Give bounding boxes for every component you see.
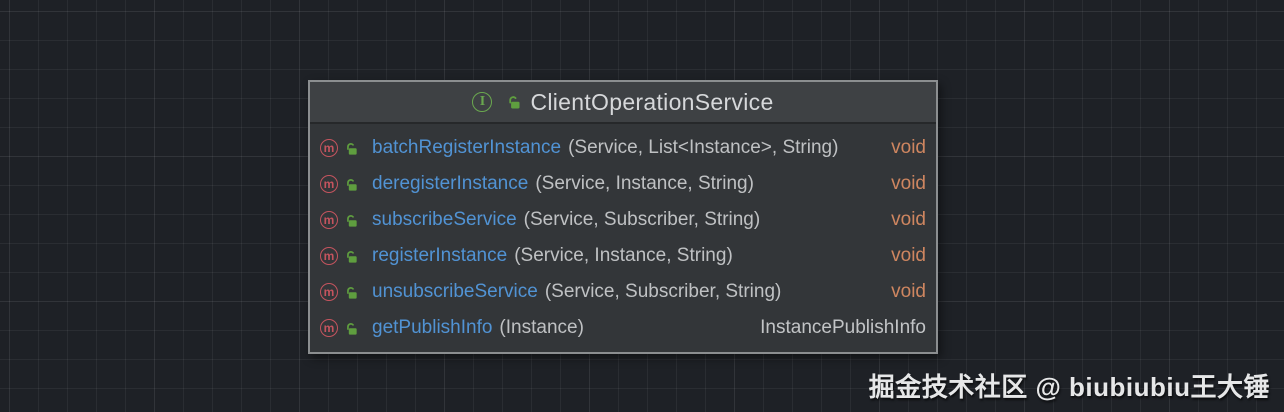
method-icon: m — [320, 139, 338, 157]
method-params: (Service, Subscriber, String) — [544, 281, 782, 302]
method-glyph: m — [323, 249, 335, 263]
uml-method-list: m batchRegisterInstance (Service, List<I… — [310, 124, 936, 346]
method-name: batchRegisterInstance — [372, 137, 562, 158]
method-params: (Instance) — [499, 317, 584, 338]
method-return-type: void — [891, 173, 926, 194]
method-return-type: void — [891, 245, 926, 266]
method-icon: m — [320, 211, 338, 229]
method-return-type: void — [891, 209, 926, 230]
method-name: subscribeService — [372, 209, 517, 230]
method-glyph: m — [323, 141, 335, 155]
method-glyph: m — [323, 285, 335, 299]
method-name: registerInstance — [372, 245, 508, 266]
uml-class-box[interactable]: I ClientOperationService m batchRegister… — [308, 80, 938, 354]
uml-class-header[interactable]: I ClientOperationService — [310, 82, 936, 124]
method-icon: m — [320, 283, 338, 301]
method-params: (Service, List<Instance>, String) — [568, 137, 839, 158]
method-row[interactable]: m getPublishInfo (Instance) InstancePubl… — [310, 310, 936, 346]
method-row[interactable]: m subscribeService (Service, Subscriber,… — [310, 202, 936, 238]
method-icon: m — [320, 319, 338, 337]
unlocked-padlock-icon — [347, 178, 357, 191]
method-glyph: m — [323, 177, 335, 191]
method-glyph: m — [323, 213, 335, 227]
method-icon: m — [320, 247, 338, 265]
method-return-type: void — [891, 281, 926, 302]
unlocked-padlock-icon — [509, 96, 520, 109]
method-row[interactable]: m unsubscribeService (Service, Subscribe… — [310, 274, 936, 310]
unlocked-padlock-icon — [347, 322, 357, 335]
class-title: ClientOperationService — [530, 88, 774, 115]
diagram-canvas: { "diagram": { "header": { "interface_gl… — [0, 0, 1284, 412]
interface-icon: I — [472, 92, 493, 112]
unlocked-padlock-icon — [347, 286, 357, 299]
unlocked-padlock-icon — [347, 142, 357, 155]
method-params: (Service, Subscriber, String) — [523, 209, 761, 230]
unlocked-padlock-icon — [347, 214, 357, 227]
unlocked-padlock-icon — [347, 250, 357, 263]
method-row[interactable]: m batchRegisterInstance (Service, List<I… — [310, 130, 936, 166]
method-row[interactable]: m registerInstance (Service, Instance, S… — [310, 238, 936, 274]
method-row[interactable]: m deregisterInstance (Service, Instance,… — [310, 166, 936, 202]
method-glyph: m — [323, 321, 335, 335]
method-return-type: InstancePublishInfo — [760, 317, 926, 338]
method-icon: m — [320, 175, 338, 193]
method-params: (Service, Instance, String) — [535, 173, 754, 194]
method-return-type: void — [891, 137, 926, 158]
method-name: unsubscribeService — [372, 281, 538, 302]
watermark-text: 掘金技术社区 @ biubiubiu王大锤 — [868, 372, 1270, 402]
method-name: deregisterInstance — [372, 173, 529, 194]
interface-glyph: I — [479, 94, 486, 109]
method-params: (Service, Instance, String) — [514, 245, 733, 266]
method-name: getPublishInfo — [372, 317, 493, 338]
